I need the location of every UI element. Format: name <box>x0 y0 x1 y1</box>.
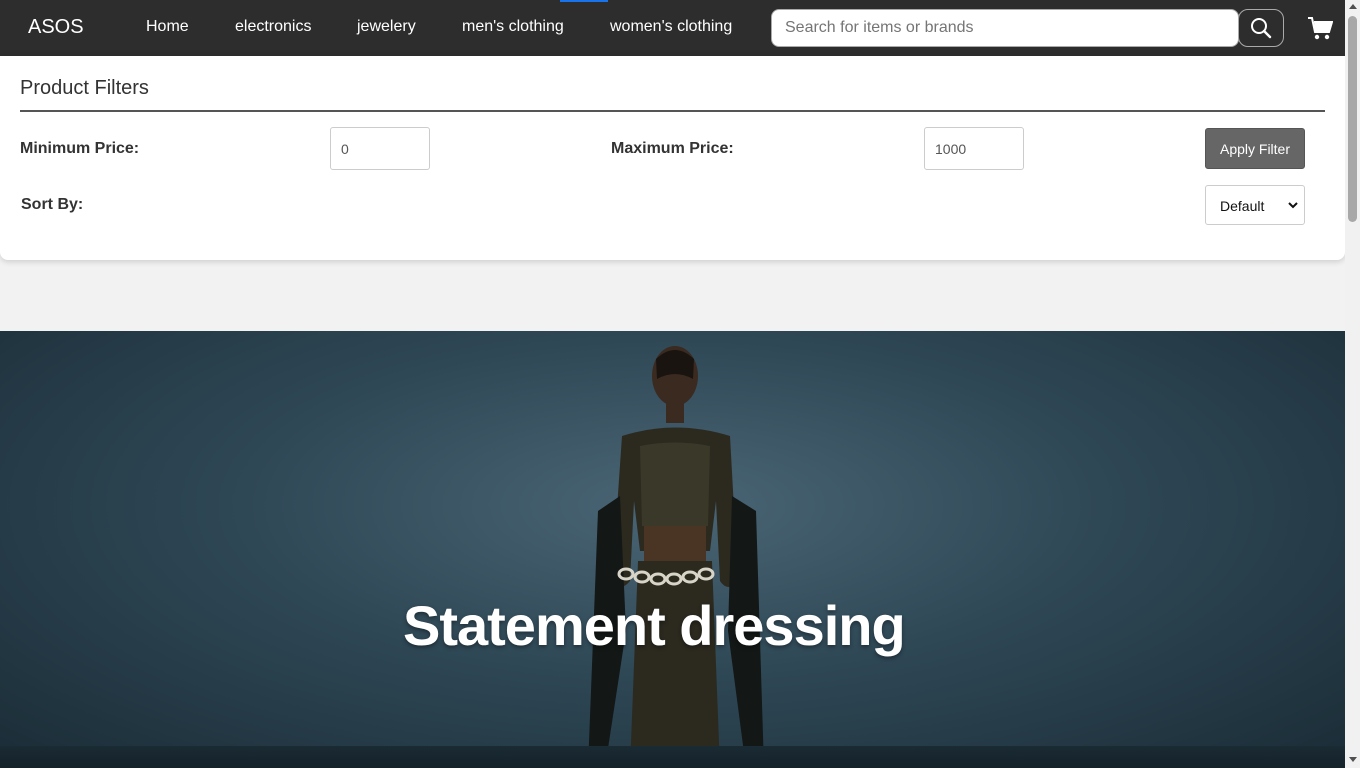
top-navbar: ASOS Home electronics jewelery men's clo… <box>0 0 1345 56</box>
nav-link-jewelery[interactable]: jewelery <box>357 18 416 36</box>
cart-icon[interactable] <box>1307 15 1333 41</box>
search-button[interactable] <box>1238 9 1284 47</box>
scroll-up-arrow-icon[interactable] <box>1349 4 1357 9</box>
hero-banner[interactable]: Statement dressing <box>0 331 1345 768</box>
product-filter-panel: Product Filters Minimum Price: Maximum P… <box>0 56 1345 260</box>
nav-link-home[interactable]: Home <box>146 18 189 36</box>
search-input[interactable] <box>771 9 1239 47</box>
nav-link-mens-clothing[interactable]: men's clothing <box>462 18 564 36</box>
filter-panel-title: Product Filters <box>20 77 149 99</box>
max-price-label: Maximum Price: <box>611 140 734 157</box>
sort-by-label: Sort By: <box>21 196 84 213</box>
min-price-label: Minimum Price: <box>20 140 140 157</box>
model-figure <box>588 346 764 768</box>
active-nav-indicator <box>560 0 608 2</box>
sort-selected-value: Default <box>1220 198 1265 214</box>
sort-select[interactable]: Default <box>1205 185 1305 225</box>
min-price-input[interactable] <box>330 127 430 170</box>
nav-link-womens-clothing[interactable]: women's clothing <box>610 18 732 36</box>
hero-floor <box>0 746 1345 768</box>
page-scrollbar[interactable] <box>1345 0 1360 768</box>
hero-headline: Statement dressing <box>403 594 906 657</box>
search-icon <box>1251 18 1272 39</box>
max-price-input[interactable] <box>924 127 1024 170</box>
chevron-down-icon <box>1288 202 1298 209</box>
scroll-thumb[interactable] <box>1348 16 1357 222</box>
apply-filter-button[interactable]: Apply Filter <box>1205 128 1305 169</box>
nav-link-electronics[interactable]: electronics <box>235 18 311 36</box>
scroll-down-arrow-icon[interactable] <box>1349 757 1357 762</box>
brand-logo[interactable]: ASOS <box>28 16 84 39</box>
filter-divider <box>20 110 1325 112</box>
